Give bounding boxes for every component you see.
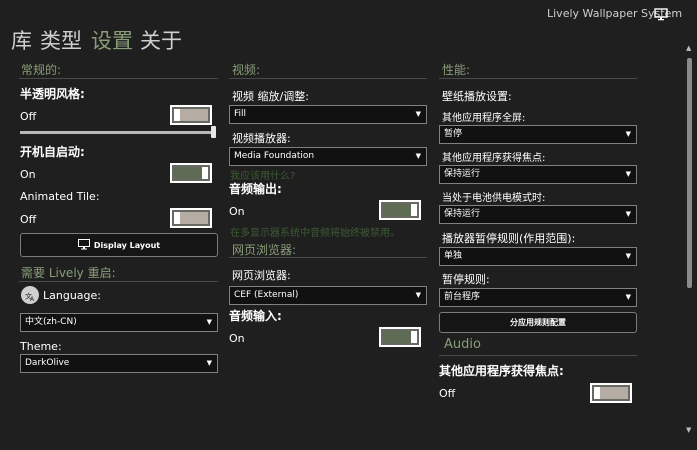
focus-value: 保持运行	[444, 169, 481, 179]
chevron-down-icon: ▼	[206, 359, 212, 367]
audio-divider	[439, 355, 637, 356]
fullscreen-select[interactable]: 暂停 ▼	[439, 125, 637, 144]
chevron-down-icon: ▼	[625, 170, 631, 178]
video-divider	[229, 78, 427, 79]
player-label: 视频播放器:	[232, 132, 291, 145]
scrollbar-thumb[interactable]	[687, 58, 692, 288]
chevron-down-icon: ▼	[415, 110, 421, 118]
chevron-down-icon: ▼	[625, 130, 631, 138]
battery-label: 当处于电池供电模式时:	[442, 193, 546, 204]
transparent-toggle[interactable]	[170, 105, 212, 125]
browser-select[interactable]: CEF (External) ▼	[229, 286, 427, 305]
display-layout-label: Display Layout	[93, 240, 161, 250]
battery-select[interactable]: 保持运行 ▼	[439, 205, 637, 224]
app-rules-label: 分应用规则配置	[510, 318, 566, 327]
animated-tile-toggle[interactable]	[170, 208, 212, 228]
browser-value: CEF (External)	[234, 290, 299, 300]
theme-value: DarkOlive	[25, 358, 70, 368]
theme-select[interactable]: DarkOlive ▼	[20, 354, 218, 373]
performance-divider	[439, 78, 637, 79]
tab-settings[interactable]: 设置	[91, 25, 133, 55]
transparent-label: 半透明风格:	[20, 87, 85, 101]
chevron-down-icon: ▼	[415, 291, 421, 299]
scale-select[interactable]: Fill ▼	[229, 105, 427, 124]
pause-rule-value: 单独	[444, 251, 463, 261]
app-rules-button[interactable]: 分应用规则配置	[439, 312, 637, 333]
audio-input-label: 音频输入:	[229, 309, 282, 323]
scale-value: Fill	[234, 109, 247, 119]
restart-header: 需要 Lively 重启:	[21, 266, 116, 280]
audio-focus-state: Off	[439, 387, 456, 400]
svg-text:A: A	[30, 296, 35, 303]
language-icon: 文A	[21, 286, 39, 304]
audio-focus-label: 其他应用程序获得焦点:	[439, 364, 564, 378]
restart-divider	[19, 281, 218, 282]
audio-focus-toggle[interactable]	[590, 383, 632, 403]
performance-header: 性能:	[442, 63, 471, 77]
display-layout-button[interactable]: Display Layout	[20, 233, 218, 257]
transparent-state: Off	[20, 110, 37, 123]
audio-header: Audio	[444, 337, 481, 352]
transparency-slider-track[interactable]	[20, 131, 212, 134]
pause-value: 前台程序	[444, 292, 481, 302]
pause-label: 暂停规则:	[442, 273, 490, 286]
audio-input-toggle[interactable]	[379, 327, 421, 347]
video-header: 视频:	[232, 63, 261, 77]
tab-about[interactable]: 关于	[140, 25, 182, 55]
audio-output-hint: 在多显示器系统中音频将始终被禁用。	[230, 228, 400, 239]
player-value: Media Foundation	[234, 151, 315, 161]
scroll-up-icon[interactable]: ▲	[686, 44, 691, 52]
pause-rule-select[interactable]: 单独 ▼	[439, 247, 637, 266]
focus-select[interactable]: 保持运行 ▼	[439, 165, 637, 184]
language-label: Language:	[43, 289, 101, 302]
autostart-label: 开机自启动:	[20, 145, 85, 159]
theme-label: Theme:	[20, 340, 62, 353]
chevron-down-icon: ▼	[625, 252, 631, 260]
display-icon	[77, 238, 90, 252]
general-divider	[19, 78, 218, 79]
browser-label: 网页浏览器:	[232, 269, 291, 282]
scrollbar[interactable]: ▲ ▼	[683, 44, 695, 440]
monitor-icon[interactable]	[654, 6, 668, 21]
pause-select[interactable]: 前台程序 ▼	[439, 288, 637, 307]
tab-types[interactable]: 类型	[40, 25, 82, 55]
pause-rule-label: 播放器暂停规则(作用范围):	[442, 232, 576, 245]
audio-input-state: On	[229, 332, 245, 345]
battery-value: 保持运行	[444, 209, 481, 219]
focus-label: 其他应用程序获得焦点:	[442, 153, 546, 164]
fullscreen-label: 其他应用程序全屏:	[442, 113, 526, 124]
general-header: 常规的:	[21, 63, 62, 77]
autostart-toggle[interactable]	[170, 163, 212, 183]
chevron-down-icon: ▼	[625, 293, 631, 301]
language-value: 中文(zh-CN)	[25, 317, 77, 327]
web-divider	[229, 257, 427, 258]
scale-label: 视频 缩放/调整:	[232, 90, 309, 103]
playback-label: 壁纸播放设置:	[442, 90, 512, 103]
animated-tile-state: Off	[20, 213, 37, 226]
web-header: 网页浏览器:	[232, 243, 297, 257]
language-select[interactable]: 中文(zh-CN) ▼	[20, 313, 218, 332]
scroll-down-icon[interactable]: ▼	[686, 426, 691, 434]
transparency-slider-thumb[interactable]	[211, 126, 216, 138]
chevron-down-icon: ▼	[415, 152, 421, 160]
autostart-state: On	[20, 168, 36, 181]
player-select[interactable]: Media Foundation ▼	[229, 147, 427, 166]
fullscreen-value: 暂停	[444, 129, 463, 139]
chevron-down-icon: ▼	[625, 210, 631, 218]
tab-library[interactable]: 库	[11, 25, 32, 55]
audio-output-toggle[interactable]	[379, 200, 421, 220]
chevron-down-icon: ▼	[206, 318, 212, 326]
animated-tile-label: Animated Tile:	[20, 190, 100, 203]
audio-output-state: On	[229, 205, 245, 218]
audio-output-label: 音频输出:	[229, 182, 282, 196]
